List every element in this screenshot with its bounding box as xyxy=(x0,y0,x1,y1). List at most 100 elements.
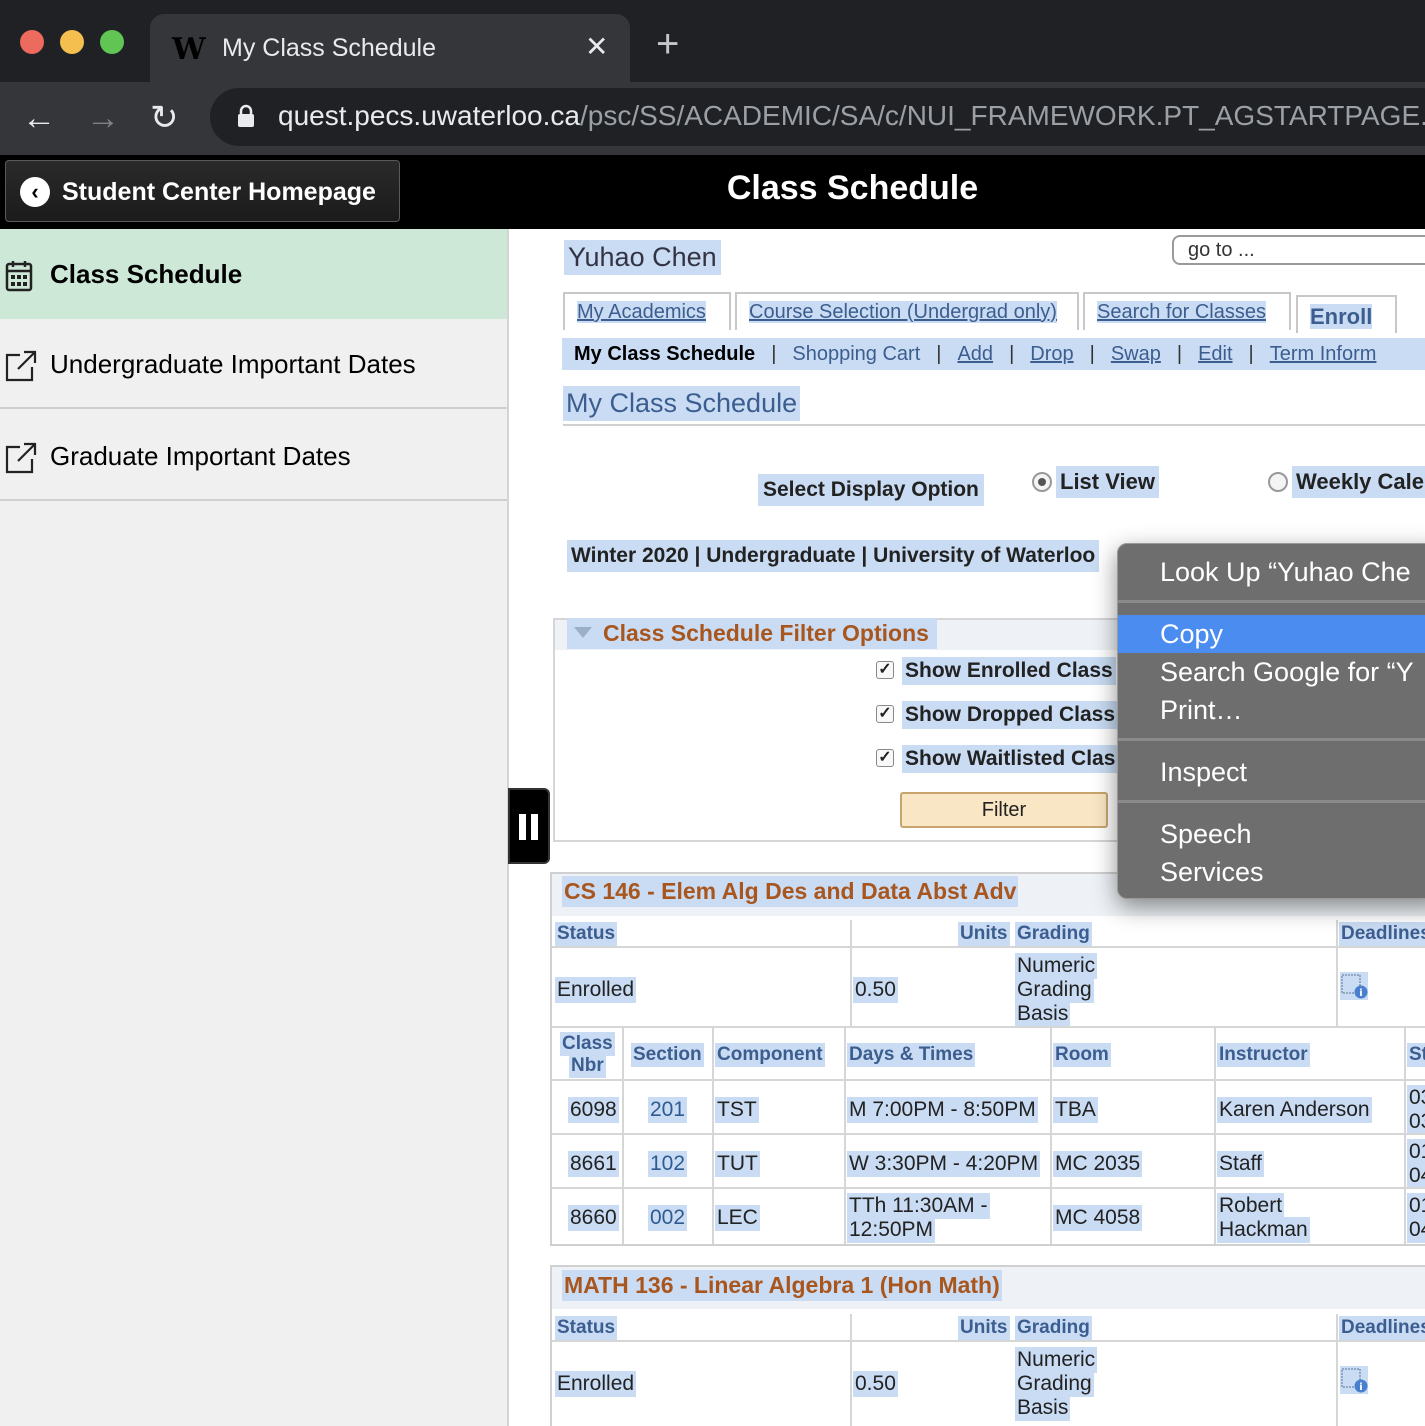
section-link[interactable]: 201 xyxy=(648,1097,688,1123)
divider xyxy=(850,920,852,1026)
divider xyxy=(552,1340,1425,1342)
tab-enroll[interactable]: Enroll xyxy=(1296,295,1397,333)
subnav-edit[interactable]: Edit xyxy=(1198,343,1232,365)
section-heading: My Class Schedule xyxy=(563,386,801,421)
status-value: Enrolled xyxy=(555,1371,637,1397)
subnav-drop[interactable]: Drop xyxy=(1030,343,1073,365)
forward-icon[interactable]: → xyxy=(86,98,120,138)
column-header: Instructor xyxy=(1217,1043,1310,1067)
page-title: Class Schedule xyxy=(726,169,979,207)
show-dropped-label: Show Dropped Class xyxy=(902,701,1119,729)
sidebar-item-label: Graduate Important Dates xyxy=(50,441,351,471)
sidebar-item-undergraduate-dates[interactable]: Undergraduate Important Dates xyxy=(0,319,507,409)
sidebar-item-class-schedule[interactable]: Class Schedule xyxy=(0,229,507,319)
calendar-icon xyxy=(5,261,33,292)
back-icon[interactable]: ← xyxy=(22,98,56,138)
divider xyxy=(552,946,1425,948)
column-header: Section xyxy=(631,1043,704,1067)
app-header: ‹ Student Center Homepage Class Schedule xyxy=(0,155,1425,229)
weekly-calendar-radio[interactable] xyxy=(1268,472,1288,492)
subnav-my-class-schedule[interactable]: My Class Schedule xyxy=(574,343,755,365)
filter-button[interactable]: Filter xyxy=(900,792,1108,828)
menu-item-search-google[interactable]: Search Google for “Y xyxy=(1118,653,1425,691)
column-header: Status xyxy=(555,922,618,946)
deadlines-calendar-icon[interactable]: i xyxy=(1340,1366,1368,1394)
tab-title: My Class Schedule xyxy=(222,34,436,62)
units-value: 0.50 xyxy=(853,977,898,1003)
divider xyxy=(552,1079,1425,1081)
divider xyxy=(1336,920,1338,1026)
menu-separator xyxy=(1118,600,1425,603)
show-enrolled-checkbox[interactable]: ✓ xyxy=(876,661,894,679)
start-end-date: 03 xyxy=(1407,1085,1425,1111)
context-menu: Look Up “Yuhao Che Copy Search Google fo… xyxy=(1117,543,1425,899)
menu-separator xyxy=(1118,800,1425,803)
menu-item-copy[interactable]: Copy xyxy=(1118,615,1425,653)
component: LEC xyxy=(715,1205,760,1231)
tab-course-selection[interactable]: Course Selection (Undergrad only) xyxy=(735,292,1079,330)
column-header: Nbr xyxy=(569,1054,606,1078)
subnav-shopping-cart[interactable]: Shopping Cart xyxy=(792,343,920,365)
close-tab-icon[interactable]: ✕ xyxy=(585,30,608,63)
sidebar-item-graduate-dates[interactable]: Graduate Important Dates xyxy=(0,411,507,501)
tab-label: My Academics xyxy=(577,301,706,323)
menu-item-inspect[interactable]: Inspect xyxy=(1118,753,1425,791)
svg-text:i: i xyxy=(1359,988,1362,999)
minimize-window-icon[interactable] xyxy=(60,30,84,54)
column-header: Component xyxy=(715,1043,825,1067)
display-option-label: Select Display Option xyxy=(758,474,984,506)
column-header: Units xyxy=(958,1316,1010,1340)
menu-item-print[interactable]: Print… xyxy=(1118,691,1425,729)
grading-value: Grading xyxy=(1015,977,1094,1003)
collapse-triangle-icon[interactable] xyxy=(574,627,592,638)
subnav-term-information[interactable]: Term Inform xyxy=(1270,343,1377,365)
maximize-window-icon[interactable] xyxy=(100,30,124,54)
grading-value: Numeric xyxy=(1015,953,1098,979)
reload-icon[interactable]: ↻ xyxy=(150,98,179,138)
filter-panel-title[interactable]: Class Schedule Filter Options xyxy=(567,618,937,649)
section-link[interactable]: 102 xyxy=(648,1151,688,1177)
sidebar-item-label: Class Schedule xyxy=(50,259,243,289)
column-header: Grading xyxy=(1015,1316,1092,1340)
divider xyxy=(844,1028,846,1244)
menu-item-speech[interactable]: Speech xyxy=(1118,815,1425,853)
show-waitlisted-checkbox[interactable]: ✓ xyxy=(876,749,894,767)
column-header: Deadlines xyxy=(1339,922,1425,946)
divider xyxy=(563,424,1425,426)
units-value: 0.50 xyxy=(853,1371,898,1397)
class-nbr: 6098 xyxy=(568,1097,619,1123)
instructor: Karen Anderson xyxy=(1217,1097,1372,1123)
menu-separator xyxy=(1118,738,1425,741)
column-header: Room xyxy=(1053,1043,1111,1067)
room: MC 2035 xyxy=(1053,1151,1143,1177)
close-window-icon[interactable] xyxy=(20,30,44,54)
section-link[interactable]: 002 xyxy=(648,1205,688,1231)
days-times: W 3:30PM - 4:20PM xyxy=(847,1151,1041,1177)
instructor: Hackman xyxy=(1217,1217,1310,1243)
menu-item-services[interactable]: Services xyxy=(1118,853,1425,891)
address-bar[interactable]: quest.pecs.uwaterloo.ca/psc/SS/ACADEMIC/… xyxy=(210,88,1425,146)
start-end-date: 01 xyxy=(1407,1139,1425,1165)
subnav-add[interactable]: Add xyxy=(957,343,993,365)
grading-value: Numeric xyxy=(1015,1347,1098,1373)
student-name: Yuhao Chen xyxy=(564,240,721,275)
pause-icon[interactable] xyxy=(508,788,550,864)
subnav-swap[interactable]: Swap xyxy=(1111,343,1161,365)
tab-search-for-classes[interactable]: Search for Classes xyxy=(1083,292,1291,330)
divider xyxy=(552,1187,1425,1189)
start-end-date: 04 xyxy=(1407,1163,1425,1189)
tab-my-academics[interactable]: My Academics xyxy=(563,292,731,330)
deadlines-calendar-icon[interactable]: i xyxy=(1340,972,1368,1000)
show-dropped-checkbox[interactable]: ✓ xyxy=(876,705,894,723)
browser-toolbar: ← → ↻ quest.pecs.uwaterloo.ca/psc/SS/ACA… xyxy=(0,82,1425,155)
goto-dropdown[interactable]: go to ... xyxy=(1172,235,1425,265)
menu-item-look-up[interactable]: Look Up “Yuhao Che xyxy=(1118,553,1425,591)
days-times: 12:50PM xyxy=(847,1217,936,1243)
svg-text:i: i xyxy=(1359,1382,1362,1393)
column-header: Days & Times xyxy=(847,1043,976,1067)
list-view-radio[interactable] xyxy=(1032,472,1052,492)
browser-tab[interactable]: W My Class Schedule ✕ xyxy=(150,14,630,82)
component: TUT xyxy=(715,1151,760,1177)
divider xyxy=(552,1026,1425,1028)
new-tab-icon[interactable]: + xyxy=(656,24,679,64)
